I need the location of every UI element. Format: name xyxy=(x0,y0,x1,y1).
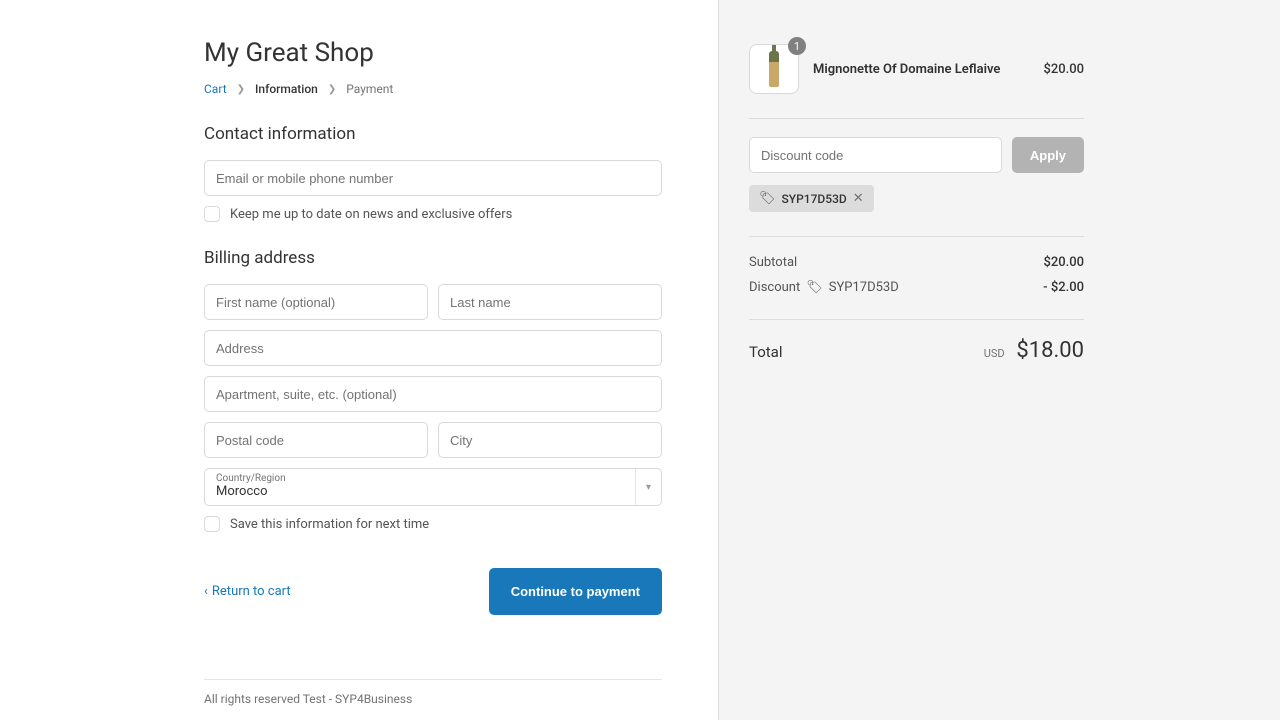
breadcrumb-information: Information xyxy=(255,82,318,96)
checkbox-icon[interactable] xyxy=(204,206,220,222)
discount-label: Discount xyxy=(749,280,800,295)
tag-icon: 🏷 xyxy=(806,280,823,295)
save-info-checkbox-row[interactable]: Save this information for next time xyxy=(204,516,662,532)
divider xyxy=(749,319,1084,320)
chevron-down-icon[interactable]: ▾ xyxy=(635,469,661,505)
apartment-input[interactable] xyxy=(204,376,662,412)
divider xyxy=(749,118,1084,119)
applied-discount-code: SYP17D53D xyxy=(782,192,847,206)
apply-button[interactable]: Apply xyxy=(1012,137,1084,173)
discount-code-display: SYP17D53D xyxy=(829,280,899,295)
newsletter-label: Keep me up to date on news and exclusive… xyxy=(230,207,512,222)
return-label: Return to cart xyxy=(212,584,291,599)
subtotal-label: Subtotal xyxy=(749,255,797,270)
first-name-input[interactable] xyxy=(204,284,428,320)
breadcrumb-payment: Payment xyxy=(346,82,393,96)
billing-heading: Billing address xyxy=(204,248,662,268)
product-thumbnail: 1 xyxy=(749,44,799,94)
quantity-badge: 1 xyxy=(788,37,806,55)
chevron-right-icon: ❯ xyxy=(328,84,336,95)
subtotal-value: $20.00 xyxy=(1043,255,1084,270)
country-value: Morocco xyxy=(216,484,267,499)
contact-heading: Contact information xyxy=(204,124,662,144)
breadcrumb-cart[interactable]: Cart xyxy=(204,82,227,96)
newsletter-checkbox-row[interactable]: Keep me up to date on news and exclusive… xyxy=(204,206,662,222)
breadcrumb: Cart ❯ Information ❯ Payment xyxy=(204,82,662,96)
product-name: Mignonette Of Domaine Leflaive xyxy=(813,62,1029,77)
product-price: $20.00 xyxy=(1043,62,1084,77)
email-input[interactable] xyxy=(204,160,662,196)
total-amount: $18.00 xyxy=(1016,338,1084,363)
discount-code-input[interactable] xyxy=(749,137,1002,173)
chevron-right-icon: ❯ xyxy=(237,84,245,95)
shop-title: My Great Shop xyxy=(204,38,662,68)
city-input[interactable] xyxy=(438,422,662,458)
last-name-input[interactable] xyxy=(438,284,662,320)
country-label: Country/Region xyxy=(216,473,286,484)
remove-discount-icon[interactable]: ✕ xyxy=(853,191,864,206)
divider xyxy=(749,236,1084,237)
applied-discount-tag: 🏷 SYP17D53D ✕ xyxy=(749,185,874,212)
address-input[interactable] xyxy=(204,330,662,366)
tag-icon: 🏷 xyxy=(759,191,776,206)
checkbox-icon[interactable] xyxy=(204,516,220,532)
cart-item: 1 Mignonette Of Domaine Leflaive $20.00 xyxy=(749,44,1084,94)
currency-label: USD xyxy=(984,347,1005,360)
save-info-label: Save this information for next time xyxy=(230,517,429,532)
postal-code-input[interactable] xyxy=(204,422,428,458)
total-label: Total xyxy=(749,343,783,361)
chevron-left-icon: ‹ xyxy=(204,584,208,599)
continue-to-payment-button[interactable]: Continue to payment xyxy=(489,568,662,615)
return-to-cart-link[interactable]: ‹ Return to cart xyxy=(204,584,291,599)
footer-text: All rights reserved Test - SYP4Business xyxy=(204,679,662,706)
discount-value: - $2.00 xyxy=(1043,280,1084,295)
bottle-icon xyxy=(769,51,779,87)
country-select[interactable]: Country/Region Morocco ▾ xyxy=(204,468,662,506)
